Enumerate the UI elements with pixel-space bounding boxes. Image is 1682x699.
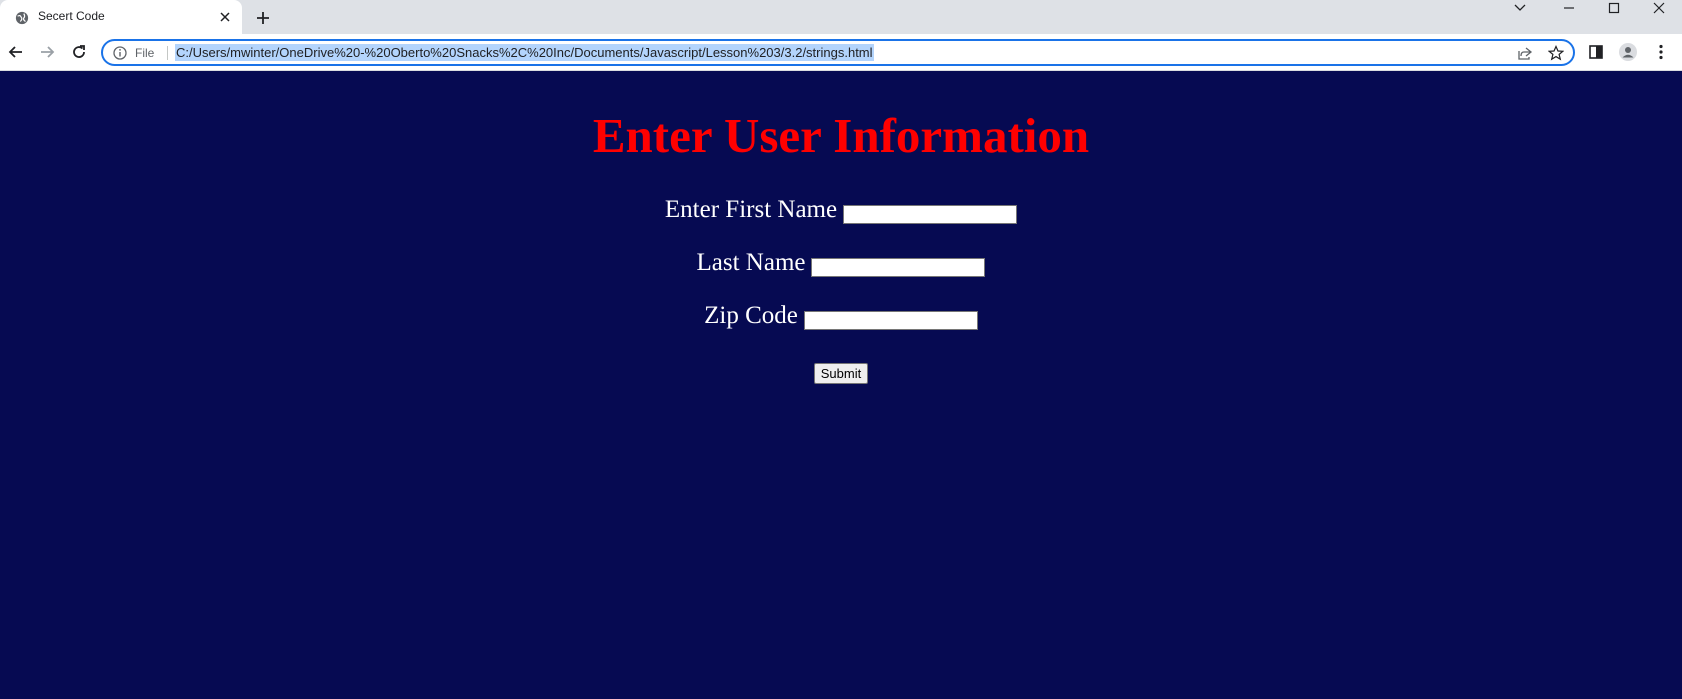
submit-row: Submit	[0, 363, 1682, 384]
browser-toolbar: File C:/Users/mwinter/OneDrive%20-%20Obe…	[0, 34, 1682, 71]
first-name-input[interactable]	[843, 205, 1018, 224]
first-name-label: Enter First Name	[664, 196, 838, 223]
close-icon[interactable]	[218, 10, 232, 24]
page-content: Enter User Information Enter First Name …	[0, 71, 1682, 699]
forward-arrow-icon[interactable]	[37, 42, 57, 62]
address-bar[interactable]: File C:/Users/mwinter/OneDrive%20-%20Obe…	[101, 39, 1575, 66]
submit-button[interactable]: Submit	[813, 363, 869, 384]
zip-code-label: Zip Code	[704, 302, 798, 329]
tab-strip: Secert Code	[0, 0, 1682, 34]
zip-code-row: Zip Code	[0, 301, 1682, 331]
new-tab-plus-icon[interactable]	[254, 9, 272, 27]
last-name-label: Last Name	[696, 249, 806, 276]
tab-title: Secert Code	[38, 9, 105, 23]
omnibox-divider	[167, 46, 168, 60]
site-info-label: File	[135, 46, 155, 60]
window-close-icon[interactable]	[1636, 0, 1682, 16]
globe-icon	[15, 11, 29, 25]
profile-avatar-icon[interactable]	[1618, 42, 1638, 62]
zip-code-input[interactable]	[803, 311, 978, 330]
tab-search-chevron-down-icon[interactable]	[1497, 0, 1543, 16]
maximize-icon[interactable]	[1591, 0, 1637, 16]
bookmark-star-icon[interactable]	[1548, 45, 1564, 61]
last-name-row: Last Name	[0, 248, 1682, 278]
back-arrow-icon[interactable]	[6, 42, 26, 62]
browser-tab[interactable]: Secert Code	[0, 0, 242, 34]
first-name-row: Enter First Name	[0, 195, 1682, 225]
page-title: Enter User Information	[592, 108, 1090, 163]
last-name-input[interactable]	[811, 258, 986, 277]
share-icon[interactable]	[1517, 45, 1533, 61]
info-icon	[113, 46, 127, 60]
minimize-icon[interactable]	[1546, 0, 1592, 16]
url-text[interactable]: C:/Users/mwinter/OneDrive%20-%20Oberto%2…	[175, 44, 874, 61]
side-panel-icon[interactable]	[1586, 42, 1606, 62]
reload-icon[interactable]	[69, 42, 89, 62]
more-menu-icon[interactable]	[1651, 42, 1671, 62]
site-info-button[interactable]: File	[113, 46, 154, 60]
